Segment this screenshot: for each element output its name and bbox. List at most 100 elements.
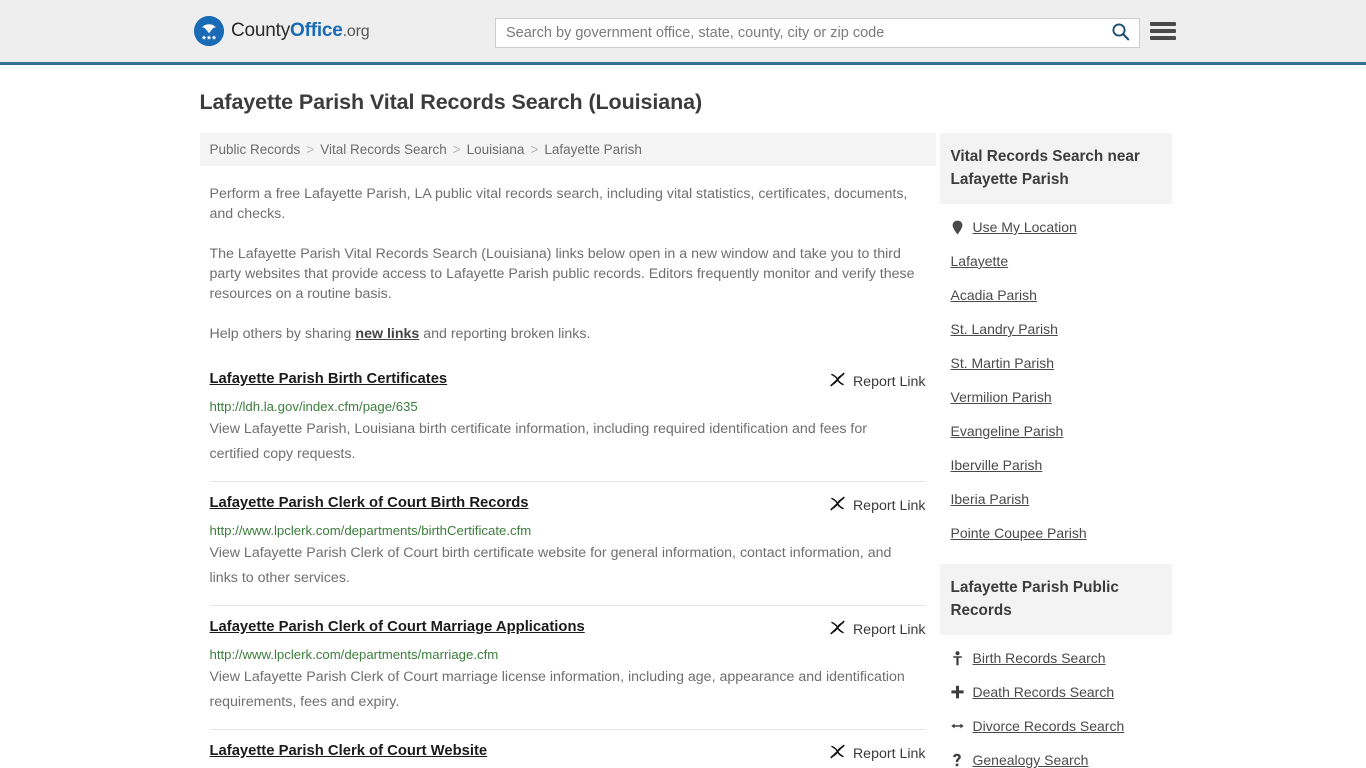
sidebar-nearby-section: Vital Records Search near Lafayette Pari…: [939, 133, 1172, 550]
sidebar-item-label: Pointe Coupee Parish: [950, 525, 1087, 541]
result-item: Lafayette Parish Clerk of Court Website: [209, 729, 926, 768]
hamburger-bar-2: [1150, 29, 1176, 33]
report-link-button[interactable]: Report Link: [829, 619, 926, 641]
breadcrumb-separator: >: [306, 142, 315, 157]
sidebar-nearby-list: Use My Location Lafayette Acadia Parish …: [940, 204, 1172, 550]
sidebar-item-st-martin-parish[interactable]: St. Martin Parish: [940, 346, 1172, 380]
sidebar-item-use-my-location[interactable]: Use My Location: [940, 210, 1172, 244]
report-link-label: Report Link: [852, 622, 926, 638]
sidebar-item-iberia-parish[interactable]: Iberia Parish: [940, 482, 1172, 516]
breadcrumb-separator: >: [452, 142, 461, 157]
eagle-seal-icon: [194, 16, 224, 46]
results-list: Lafayette Parish Birth Certificates Repo…: [200, 366, 936, 768]
map-pin-icon: [951, 220, 964, 235]
intro-p3-after: and reporting broken links.: [419, 326, 591, 342]
logo-text-county: County: [231, 20, 291, 41]
search-button[interactable]: [1101, 19, 1139, 47]
page-title: Lafayette Parish Vital Records Search (L…: [199, 90, 703, 114]
sidebar-item-label: Vermilion Parish: [950, 389, 1052, 405]
hamburger-bar-1: [1150, 22, 1176, 26]
sidebar-public-records-list: Birth Records Search Death Records Searc…: [940, 635, 1172, 768]
intro-paragraph-1: Perform a free Lafayette Parish, LA publ…: [209, 186, 908, 222]
sidebar-item-label: Iberville Parish: [950, 457, 1043, 473]
question-mark-icon: [951, 753, 964, 768]
sidebar-public-records-section: Lafayette Parish Public Records Birth Re…: [939, 564, 1172, 768]
result-header: Lafayette Parish Clerk of Court Marriage…: [210, 618, 926, 641]
site-logo-text: CountyOffice.org: [231, 20, 370, 42]
sidebar-item-divorce-records-search[interactable]: Divorce Records Search: [940, 709, 1172, 743]
result-title-link[interactable]: Lafayette Parish Clerk of Court Marriage…: [210, 618, 585, 636]
result-item: Lafayette Parish Clerk of Court Marriage…: [209, 605, 926, 729]
sidebar-item-genealogy-search[interactable]: Genealogy Search: [940, 743, 1172, 768]
result-url[interactable]: http://www.lpclerk.com/departments/marri…: [210, 646, 926, 663]
page-body: Lafayette Parish Vital Records Search (L…: [0, 90, 1366, 768]
main-content: Public Records > Vital Records Search > …: [199, 133, 936, 768]
search-input[interactable]: [496, 19, 1101, 47]
sidebar-item-st-landry-parish[interactable]: St. Landry Parish: [940, 312, 1172, 346]
breadcrumb: Public Records > Vital Records Search > …: [199, 133, 936, 166]
result-title-link[interactable]: Lafayette Parish Clerk of Court Website: [210, 742, 488, 760]
broken-link-icon: [829, 743, 846, 765]
hamburger-bar-3: [1150, 36, 1176, 40]
sidebar-item-label: Lafayette: [950, 253, 1009, 269]
breadcrumb-separator: >: [530, 142, 539, 157]
site-logo[interactable]: CountyOffice.org: [194, 16, 370, 46]
intro-paragraph-2: The Lafayette Parish Vital Records Searc…: [209, 246, 915, 302]
broken-link-icon: [829, 619, 846, 641]
broken-link-icon: [829, 495, 846, 517]
broken-link-icon: [829, 371, 846, 393]
sidebar-item-acadia-parish[interactable]: Acadia Parish: [940, 278, 1172, 312]
result-url[interactable]: http://ldh.la.gov/index.cfm/page/635: [210, 398, 926, 415]
sidebar-item-label: Use My Location: [972, 219, 1077, 235]
sidebar-item-label: Iberia Parish: [950, 491, 1030, 507]
cross-icon: [950, 685, 964, 699]
sidebar-item-label: Acadia Parish: [950, 287, 1037, 303]
logo-text-office: Office: [290, 20, 343, 41]
report-link-button[interactable]: Report Link: [829, 371, 926, 393]
result-header: Lafayette Parish Clerk of Court Website: [210, 742, 926, 765]
sidebar: Vital Records Search near Lafayette Pari…: [939, 133, 1172, 768]
result-title-link[interactable]: Lafayette Parish Clerk of Court Birth Re…: [210, 494, 529, 512]
result-url[interactable]: http://www.lpclerk.com/departments/birth…: [210, 522, 926, 539]
report-link-label: Report Link: [852, 498, 926, 514]
report-link-label: Report Link: [852, 374, 926, 390]
sidebar-item-label: Genealogy Search: [972, 752, 1089, 768]
sidebar-item-iberville-parish[interactable]: Iberville Parish: [940, 448, 1172, 482]
intro-paragraph-3: Help others by sharing new links and rep…: [210, 324, 926, 344]
result-header: Lafayette Parish Clerk of Court Birth Re…: [210, 494, 926, 517]
report-link-button[interactable]: Report Link: [829, 743, 926, 765]
sidebar-item-label: St. Martin Parish: [950, 355, 1054, 371]
hamburger-menu-icon[interactable]: [1150, 20, 1176, 42]
new-links-link[interactable]: new links: [355, 326, 419, 342]
result-item: Lafayette Parish Birth Certificates Repo…: [210, 366, 926, 481]
result-description: View Lafayette Parish Clerk of Court bir…: [209, 545, 892, 586]
sidebar-nearby-heading: Vital Records Search near Lafayette Pari…: [939, 133, 1172, 204]
sidebar-item-label: Birth Records Search: [972, 650, 1106, 666]
site-header: CountyOffice.org: [0, 0, 1366, 65]
result-title-link[interactable]: Lafayette Parish Birth Certificates: [210, 370, 448, 388]
sidebar-item-death-records-search[interactable]: Death Records Search: [940, 675, 1172, 709]
report-link-button[interactable]: Report Link: [829, 495, 926, 517]
intro-p3-before: Help others by sharing: [209, 326, 356, 342]
result-item: Lafayette Parish Clerk of Court Birth Re…: [209, 481, 926, 605]
baby-icon: [951, 650, 964, 666]
breadcrumb-item-2[interactable]: Louisiana: [467, 142, 525, 157]
search-icon: [1111, 22, 1130, 44]
arrows-left-right-icon: [950, 720, 964, 732]
sidebar-item-evangeline-parish[interactable]: Evangeline Parish: [940, 414, 1172, 448]
sidebar-item-label: Divorce Records Search: [972, 718, 1125, 734]
sidebar-item-pointe-coupee-parish[interactable]: Pointe Coupee Parish: [940, 516, 1172, 550]
intro-section: Perform a free Lafayette Parish, LA publ…: [200, 184, 936, 344]
sidebar-item-birth-records-search[interactable]: Birth Records Search: [940, 641, 1172, 675]
sidebar-item-lafayette[interactable]: Lafayette: [940, 244, 1172, 278]
breadcrumb-item-0[interactable]: Public Records: [210, 142, 301, 157]
sidebar-item-vermilion-parish[interactable]: Vermilion Parish: [940, 380, 1172, 414]
sidebar-item-label: Evangeline Parish: [950, 423, 1064, 439]
result-header: Lafayette Parish Birth Certificates Repo…: [210, 370, 926, 393]
result-description: View Lafayette Parish, Louisiana birth c…: [209, 421, 867, 462]
breadcrumb-item-1[interactable]: Vital Records Search: [320, 142, 447, 157]
logo-text-org: .org: [342, 23, 370, 40]
sidebar-public-records-heading: Lafayette Parish Public Records: [939, 564, 1172, 635]
sidebar-item-label: St. Landry Parish: [950, 321, 1058, 337]
result-description: View Lafayette Parish Clerk of Court mar…: [209, 669, 905, 710]
